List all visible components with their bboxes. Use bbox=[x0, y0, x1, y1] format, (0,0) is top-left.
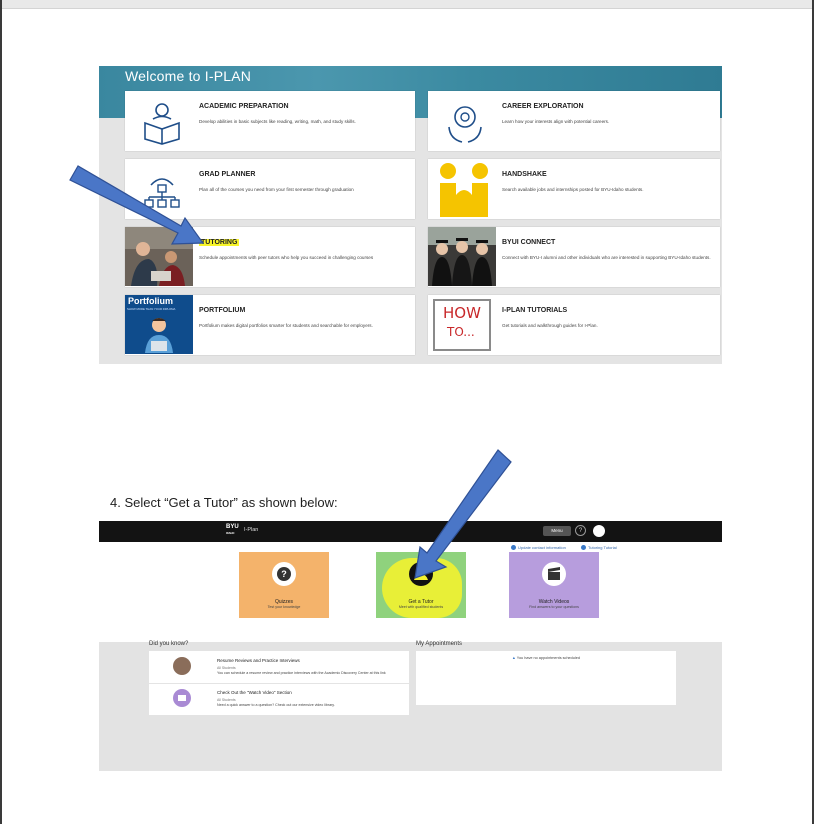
tile-subtitle: Test your knowledge bbox=[267, 605, 301, 609]
logo-subtext: IDAHO bbox=[226, 532, 235, 535]
info-dot-icon bbox=[580, 545, 586, 551]
list-item[interactable]: Check Out the "Watch Video" Section All … bbox=[149, 683, 409, 715]
card-title: PORTFOLIUM bbox=[199, 307, 246, 314]
card-academic-preparation[interactable]: ACADEMIC PREPARATION Develop abilities i… bbox=[125, 91, 415, 151]
menu-label: Menu bbox=[551, 528, 563, 533]
clapper-icon bbox=[542, 562, 566, 586]
list-item[interactable]: Resume Reviews and Practice Interviews A… bbox=[149, 651, 409, 684]
item-title: Resume Reviews and Practice Interviews bbox=[217, 658, 300, 663]
card-career-exploration[interactable]: CAREER EXPLORATION Learn how your intere… bbox=[428, 91, 720, 151]
network-icon bbox=[144, 178, 180, 208]
question-icon: ? bbox=[272, 562, 296, 586]
page-left-edge bbox=[0, 0, 2, 824]
item-title: Check Out the "Watch Video" Section bbox=[217, 690, 292, 695]
card-title: TUTORING bbox=[199, 239, 240, 246]
how-to-line-1: HOW bbox=[443, 304, 481, 322]
item-text: Need a quick answer to a question? Check… bbox=[217, 703, 335, 707]
logo-text: BYU bbox=[226, 524, 239, 530]
header-links: Update contact information Tutoring Tuto… bbox=[511, 545, 631, 551]
welcome-title: Welcome to I-PLAN bbox=[125, 68, 252, 84]
card-title: BYUI CONNECT bbox=[502, 239, 556, 246]
tile-subtitle: Find answers to your questions bbox=[529, 605, 579, 609]
iplan-welcome-screenshot: Welcome to I-PLAN ACADEMIC PREPARATION D… bbox=[99, 66, 722, 364]
card-description: Search available jobs and internships po… bbox=[502, 187, 644, 192]
did-you-know-panel: Resume Reviews and Practice Interviews A… bbox=[149, 651, 409, 715]
portfolium-tagline: SHOW MORE THAN YOUR DIPLOMA bbox=[127, 307, 176, 311]
link-label: Update contact information bbox=[518, 545, 566, 550]
card-grad-planner[interactable]: GRAD PLANNER Plan all of the courses you… bbox=[125, 159, 415, 219]
menu-button[interactable]: Menu bbox=[543, 526, 571, 536]
portfolium-logo: Portfolium SHOW MORE THAN YOUR DIPLOMA bbox=[125, 295, 193, 354]
card-description: Portfolium makes digital portfolios smar… bbox=[199, 323, 373, 328]
how-to-sign: HOW TO... bbox=[433, 299, 491, 351]
app-name: I-Plan bbox=[244, 527, 259, 533]
card-description: Learn how your interests align with pote… bbox=[502, 119, 610, 124]
tile-get-a-tutor[interactable]: Get a Tutor Meet with qualified students bbox=[376, 552, 466, 618]
user-avatar[interactable] bbox=[593, 525, 605, 537]
page-top-edge bbox=[0, 0, 814, 9]
student-laptop-icon bbox=[145, 318, 173, 353]
did-you-know-heading: Did you know? bbox=[149, 641, 189, 647]
link-update-contact[interactable]: Update contact information bbox=[511, 545, 566, 551]
handshake-logo bbox=[440, 163, 488, 217]
byu-idaho-logo[interactable]: BYU IDAHO bbox=[226, 524, 239, 537]
card-iplan-tutorials[interactable]: HOW TO... I-PLAN TUTORIALS Get tutorials… bbox=[428, 295, 720, 355]
my-appointments-heading: My Appointments bbox=[416, 641, 463, 647]
video-icon bbox=[173, 689, 191, 707]
card-title: I-PLAN TUTORIALS bbox=[502, 307, 568, 314]
card-title: GRAD PLANNER bbox=[199, 171, 256, 178]
appointments-panel: ▲ You have no appointments scheduled bbox=[416, 651, 676, 705]
item-text: You can schedule a resume review and pra… bbox=[217, 671, 386, 675]
card-title: ACADEMIC PREPARATION bbox=[199, 103, 289, 110]
tile-watch-videos[interactable]: Watch Videos Find answers to your questi… bbox=[509, 552, 599, 618]
help-button[interactable]: ? bbox=[575, 525, 586, 536]
link-tutoring-tutorial[interactable]: Tutoring Tutorial bbox=[580, 545, 617, 551]
portfolium-logo-text: Portfolium bbox=[128, 296, 173, 306]
tutor-icon bbox=[409, 562, 433, 586]
card-description: Connect with BYU-I alumni and other indi… bbox=[502, 255, 711, 260]
graduates-photo bbox=[428, 227, 496, 286]
step-instruction: 4. Select “Get a Tutor” as shown below: bbox=[110, 495, 338, 510]
get-a-tutor-screenshot: BYU IDAHO I-Plan Menu ? Update contact i… bbox=[99, 521, 722, 771]
resume-avatar bbox=[173, 657, 191, 675]
empty-text: You have no appointments scheduled bbox=[516, 656, 580, 660]
link-label: Tutoring Tutorial bbox=[587, 545, 617, 550]
card-tutoring[interactable]: TUTORING Schedule appointments with peer… bbox=[125, 227, 415, 287]
item-audience: All Students bbox=[217, 666, 236, 670]
card-description: Develop abilities in basic subjects like… bbox=[199, 119, 356, 124]
tutoring-highlight: TUTORING bbox=[199, 239, 240, 246]
how-to-line-2: TO... bbox=[447, 325, 475, 339]
top-navbar bbox=[99, 521, 722, 542]
card-description: Plan all of the courses you need from yo… bbox=[199, 187, 354, 192]
card-title: HANDSHAKE bbox=[502, 171, 547, 178]
card-description: Get tutorials and walkthrough guides for… bbox=[502, 323, 598, 328]
tile-subtitle: Meet with qualified students bbox=[398, 605, 444, 609]
tile-quizzes[interactable]: ? Quizzes Test your knowledge bbox=[239, 552, 329, 618]
item-audience: All Students bbox=[217, 698, 236, 702]
card-handshake[interactable]: HANDSHAKE Search available jobs and inte… bbox=[428, 159, 720, 219]
card-portfolium[interactable]: Portfolium SHOW MORE THAN YOUR DIPLOMA P… bbox=[125, 295, 415, 355]
warning-icon: ▲ bbox=[512, 656, 516, 660]
appointments-empty: ▲ You have no appointments scheduled bbox=[512, 656, 580, 660]
book-person-icon bbox=[144, 103, 180, 145]
tutoring-photo bbox=[125, 227, 193, 286]
card-title: CAREER EXPLORATION bbox=[502, 103, 584, 110]
brain-hands-icon bbox=[448, 106, 482, 143]
info-dot-icon bbox=[511, 545, 516, 551]
card-description: Schedule appointments with peer tutors w… bbox=[199, 255, 374, 260]
card-byui-connect[interactable]: BYUI CONNECT Connect with BYU-I alumni a… bbox=[428, 227, 720, 287]
